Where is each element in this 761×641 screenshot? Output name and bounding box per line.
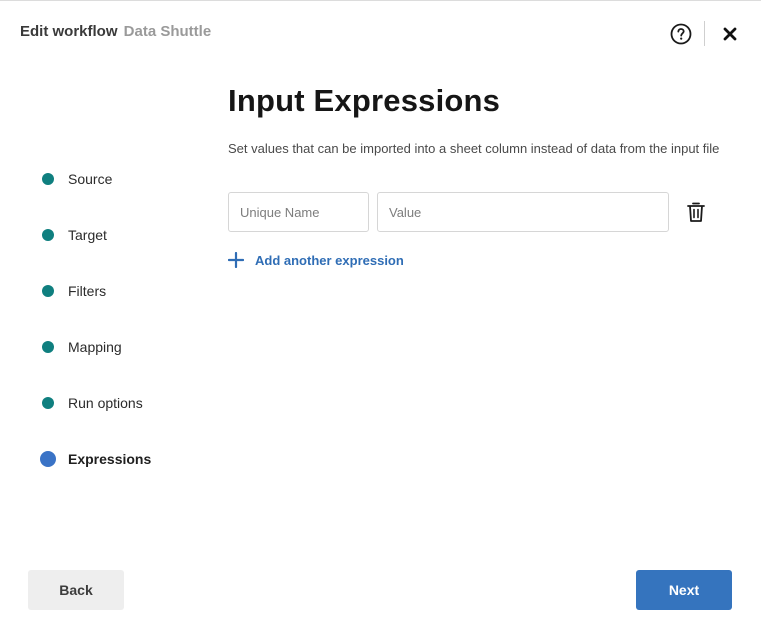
help-button[interactable]	[669, 22, 693, 46]
add-expression-label: Add another expression	[255, 252, 404, 268]
step-complete-dot	[42, 285, 54, 297]
delete-expression-button[interactable]	[684, 200, 708, 224]
step-label: Expressions	[68, 451, 152, 467]
step-complete-dot	[42, 173, 54, 185]
step-label: Source	[68, 171, 113, 187]
step-filters[interactable]: Filters	[38, 263, 218, 319]
unique-name-input[interactable]	[228, 192, 369, 232]
page-title: Input Expressions	[228, 83, 501, 118]
step-source[interactable]: Source	[38, 151, 218, 207]
step-run-options[interactable]: Run options	[38, 375, 218, 431]
dialog-header: Edit workflow Data Shuttle	[20, 23, 211, 40]
step-label: Run options	[68, 395, 143, 411]
dialog-title: Edit workflow	[20, 23, 118, 40]
step-complete-dot	[42, 229, 54, 241]
step-complete-dot	[42, 341, 54, 353]
plus-icon	[228, 252, 244, 268]
page-description: Set values that can be imported into a s…	[228, 141, 720, 156]
back-button[interactable]: Back	[28, 570, 124, 610]
header-divider	[704, 21, 705, 46]
close-button[interactable]	[719, 23, 741, 45]
edit-workflow-dialog: Edit workflow Data Shuttle Source Target…	[0, 0, 761, 641]
question-circle-icon	[670, 23, 692, 45]
close-x-icon	[723, 27, 737, 41]
step-expressions[interactable]: Expressions	[38, 431, 218, 487]
step-label: Mapping	[68, 339, 122, 355]
expression-value-input[interactable]	[377, 192, 669, 232]
trash-icon	[687, 202, 705, 222]
dialog-subtitle: Data Shuttle	[123, 23, 212, 40]
step-label: Filters	[68, 283, 107, 299]
next-button[interactable]: Next	[636, 570, 732, 610]
step-active-dot	[40, 451, 56, 467]
workflow-steps-nav: Source Target Filters Mapping Run option…	[38, 151, 218, 487]
add-expression-link[interactable]: Add another expression	[228, 250, 404, 270]
step-mapping[interactable]: Mapping	[38, 319, 218, 375]
step-complete-dot	[42, 397, 54, 409]
step-label: Target	[68, 227, 107, 243]
step-target[interactable]: Target	[38, 207, 218, 263]
